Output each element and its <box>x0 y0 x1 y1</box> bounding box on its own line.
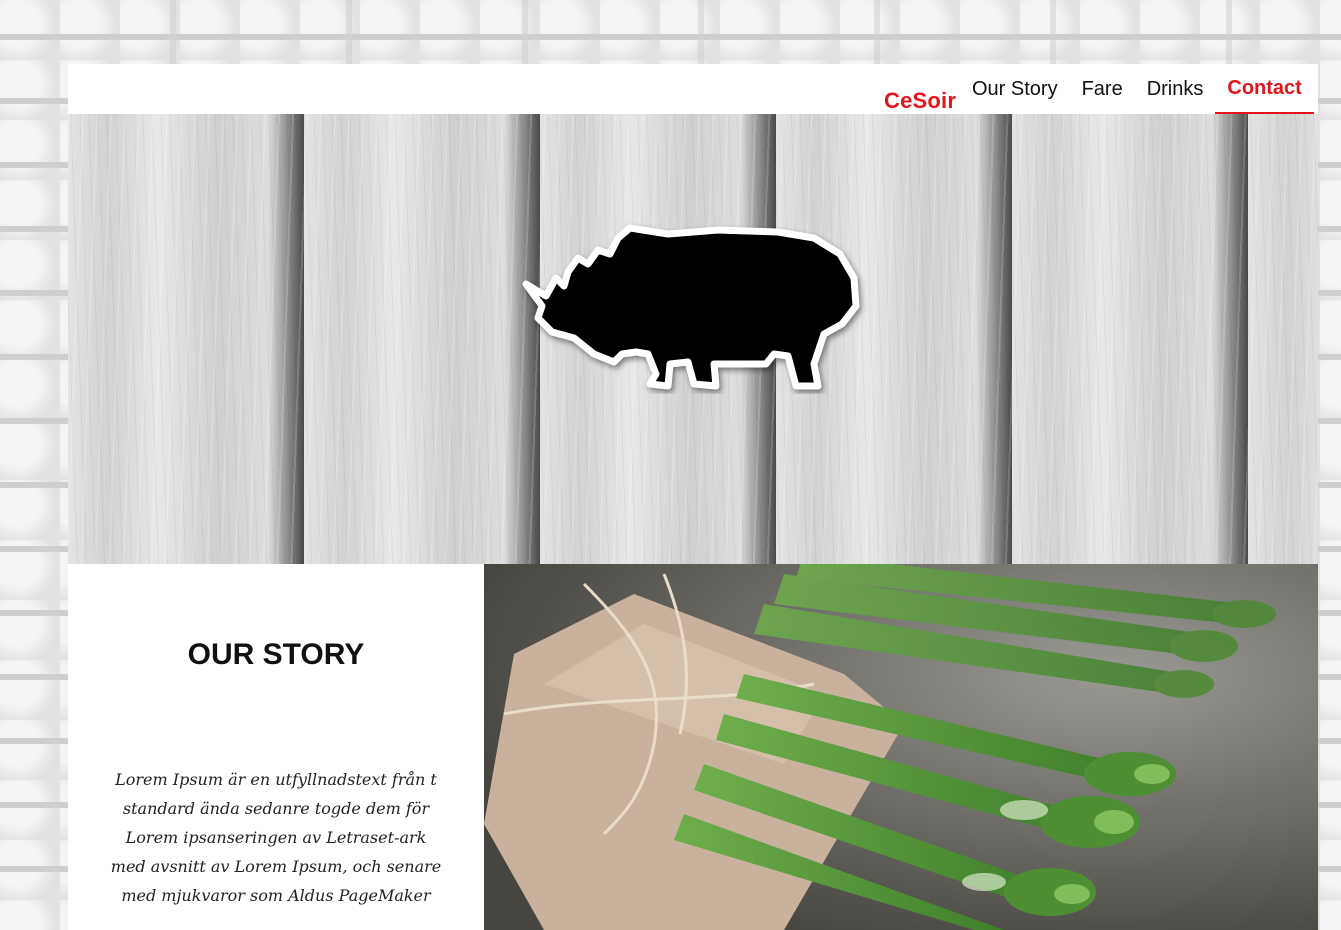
nav-item-drinks[interactable]: Drinks <box>1135 64 1216 114</box>
our-story-title: OUR STORY <box>187 638 365 671</box>
nav-item-fare[interactable]: Fare <box>1070 64 1135 114</box>
our-story-section: OUR STORY Lorem Ipsum är en utfyllnadste… <box>68 564 484 930</box>
site-container: CeSoir Our Story Fare Drinks Contact OUR… <box>68 64 1318 930</box>
nav-item-our-story[interactable]: Our Story <box>960 64 1070 114</box>
asparagus-photo <box>484 564 1318 930</box>
main-nav: Our Story Fare Drinks Contact <box>960 64 1314 114</box>
brand-logo-text[interactable]: CeSoir <box>884 88 956 114</box>
site-header: CeSoir Our Story Fare Drinks Contact <box>68 64 1318 114</box>
asparagus-illustration <box>484 564 1318 930</box>
our-story-body: Lorem Ipsum är en utfyllnadstext från t … <box>110 770 442 905</box>
nav-item-contact[interactable]: Contact <box>1215 64 1314 114</box>
hero-banner <box>68 114 1318 564</box>
rhino-silhouette-icon <box>522 224 860 390</box>
